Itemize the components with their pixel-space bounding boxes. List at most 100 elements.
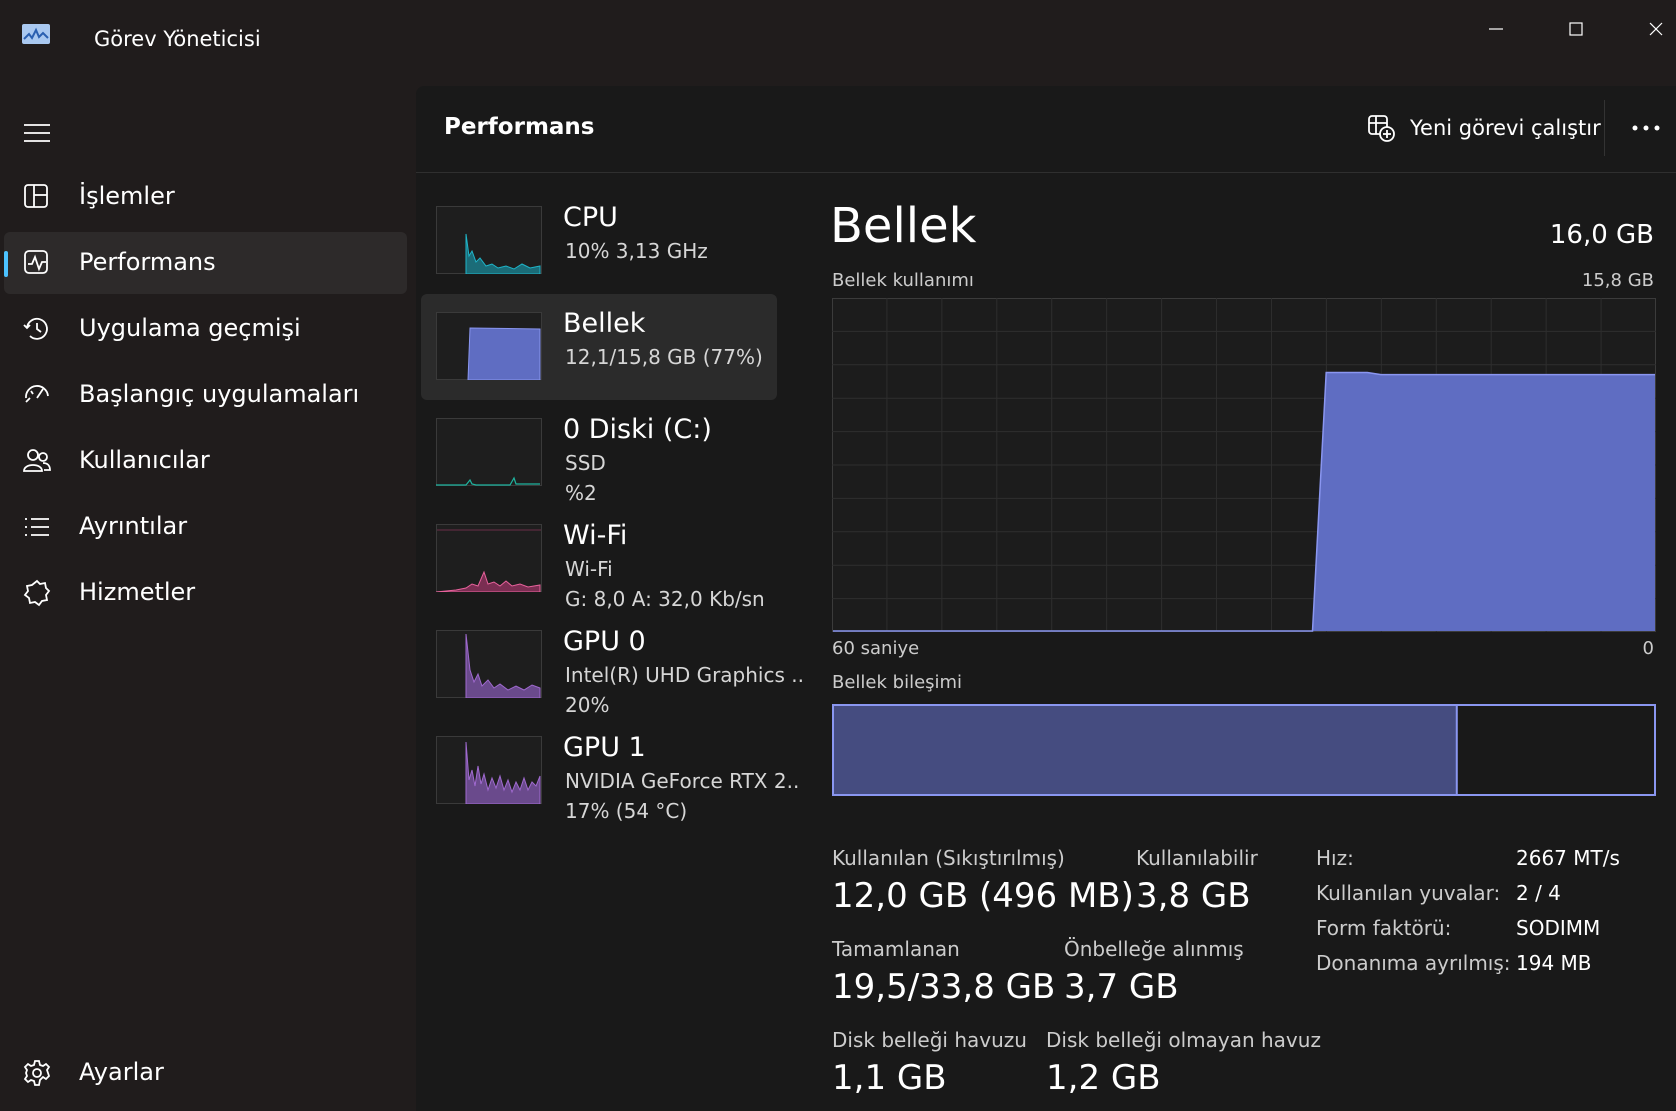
- hardware-reserved-value: 194 MB: [1516, 951, 1592, 975]
- sidebar-item-label: Performans: [79, 248, 216, 276]
- used-value: 12,0 GB (496 MB): [832, 876, 1134, 916]
- sidebar-item-label: Ayrıntılar: [79, 512, 188, 540]
- device-name: Wi-Fi: [563, 520, 628, 551]
- sidebar-item-app-history[interactable]: Uygulama geçmişi: [4, 298, 407, 360]
- sidebar-item-performance[interactable]: Performans: [4, 232, 407, 294]
- gear-icon: [23, 1060, 51, 1086]
- performance-icon: [24, 250, 48, 274]
- more-options-button[interactable]: [1626, 108, 1666, 148]
- device-item-gpu0[interactable]: GPU 0 Intel(R) UHD Graphics .. 20%: [421, 612, 804, 718]
- device-name: 0 Diski (C:): [563, 414, 712, 445]
- run-new-task-button[interactable]: Yeni görevi çalıştır: [1366, 108, 1601, 148]
- cached-label: Önbelleğe alınmış: [1064, 937, 1244, 961]
- composition-chart-label: Bellek bileşimi: [832, 672, 963, 693]
- sidebar: İşlemler Performans Uygulama geçmişi Baş…: [0, 80, 416, 1111]
- sidebar-item-label: Hizmetler: [79, 578, 196, 606]
- settings-button[interactable]: Ayarlar: [4, 1048, 304, 1100]
- used-label: Kullanılan (Sıkıştırılmış): [832, 846, 1065, 870]
- cached-value: 3,7 GB: [1064, 967, 1179, 1007]
- maximize-icon: [1569, 22, 1583, 36]
- minimize-button[interactable]: [1466, 8, 1526, 50]
- run-new-task-label: Yeni görevi çalıştır: [1410, 116, 1601, 140]
- processes-icon: [24, 184, 48, 208]
- form-factor-value: SODIMM: [1516, 916, 1601, 940]
- usage-chart-max: 15,8 GB: [1581, 270, 1654, 291]
- sidebar-item-label: Başlangıç uygulamaları: [79, 380, 360, 408]
- speed-label: Hız:: [1316, 846, 1354, 870]
- active-indicator: [4, 251, 8, 277]
- device-name: GPU 1: [563, 732, 646, 763]
- available-value: 3,8 GB: [1136, 876, 1251, 916]
- sidebar-item-label: İşlemler: [79, 182, 175, 210]
- title-bar: Görev Yöneticisi: [0, 0, 1676, 80]
- close-button[interactable]: [1626, 8, 1676, 50]
- device-item-wifi[interactable]: Wi-Fi Wi-Fi G: 8,0 A: 32,0 Kb/sn: [421, 506, 777, 612]
- startup-icon: [25, 385, 49, 403]
- hardware-reserved-label: Donanıma ayrılmış:: [1316, 951, 1511, 975]
- device-stat: G: 8,0 A: 32,0 Kb/sn: [565, 587, 765, 611]
- hamburger-menu-icon[interactable]: [22, 118, 52, 148]
- header-divider: [1604, 100, 1605, 156]
- main-panel: Performans Yeni görevi çalıştır CPU 10% …: [416, 86, 1676, 1111]
- committed-value: 19,5/33,8 GB: [832, 967, 1056, 1007]
- task-manager-app-icon: [22, 24, 50, 44]
- device-item-memory[interactable]: Bellek 12,1/15,8 GB (77%): [421, 294, 777, 400]
- sidebar-item-users[interactable]: Kullanıcılar: [4, 430, 407, 492]
- paged-pool-value: 1,1 GB: [832, 1058, 947, 1098]
- detail-title: Bellek: [830, 198, 977, 254]
- run-task-icon: [1368, 115, 1395, 142]
- sidebar-item-label: Uygulama geçmişi: [79, 314, 301, 342]
- device-stat: 17% (54 °C): [565, 799, 688, 823]
- nonpaged-pool-label: Disk belleği olmayan havuz: [1046, 1028, 1321, 1052]
- memory-total: 16,0 GB: [1549, 220, 1654, 250]
- device-name: Bellek: [563, 308, 646, 339]
- composition-in-use-segment: [834, 706, 1457, 794]
- x-axis-left-label: 60 saniye: [832, 638, 920, 659]
- memory-thumbnail-graph: [436, 312, 542, 380]
- window-title: Görev Yöneticisi: [94, 27, 261, 51]
- close-icon: [1649, 22, 1663, 36]
- memory-usage-chart: [832, 298, 1656, 632]
- speed-value: 2667 MT/s: [1516, 846, 1620, 870]
- device-item-disk[interactable]: 0 Diski (C:) SSD %2: [421, 400, 777, 506]
- page-title: Performans: [444, 114, 595, 140]
- usage-chart-label: Bellek kullanımı: [832, 270, 974, 291]
- sidebar-item-startup-apps[interactable]: Başlangıç uygulamaları: [4, 364, 407, 426]
- history-icon: [23, 317, 48, 340]
- more-options-icon: [1632, 125, 1660, 131]
- minimize-icon: [1489, 28, 1503, 30]
- maximize-button[interactable]: [1546, 8, 1606, 50]
- device-stat: Wi-Fi: [565, 557, 613, 581]
- form-factor-label: Form faktörü:: [1316, 916, 1452, 940]
- device-stat: 12,1/15,8 GB (77%): [565, 345, 763, 369]
- sidebar-item-details[interactable]: Ayrıntılar: [4, 496, 407, 558]
- details-icon: [25, 518, 49, 536]
- device-stat: 10% 3,13 GHz: [565, 239, 708, 263]
- users-icon: [23, 449, 51, 472]
- nonpaged-pool-value: 1,2 GB: [1046, 1058, 1161, 1098]
- device-item-cpu[interactable]: CPU 10% 3,13 GHz: [421, 188, 777, 294]
- cpu-thumbnail-graph: [436, 206, 542, 274]
- wifi-thumbnail-graph: [436, 524, 542, 592]
- x-axis-right-label: 0: [1642, 638, 1654, 659]
- services-icon: [23, 579, 51, 607]
- device-item-gpu1[interactable]: GPU 1 NVIDIA GeForce RTX 2.. 17% (54 °C): [421, 718, 799, 824]
- main-header: Performans Yeni görevi çalıştır: [416, 86, 1676, 173]
- device-stat: 20%: [565, 693, 610, 717]
- device-stat: NVIDIA GeForce RTX 2..: [565, 769, 800, 793]
- sidebar-item-services[interactable]: Hizmetler: [4, 562, 407, 624]
- disk-thumbnail-graph: [436, 418, 542, 486]
- device-stat: %2: [565, 481, 597, 505]
- sidebar-item-label: Kullanıcılar: [79, 446, 210, 474]
- gpu1-thumbnail-graph: [436, 736, 542, 804]
- slots-used-label: Kullanılan yuvalar:: [1316, 881, 1501, 905]
- settings-label: Ayarlar: [79, 1058, 164, 1086]
- slots-used-value: 2 / 4: [1516, 881, 1561, 905]
- committed-label: Tamamlanan: [832, 937, 960, 961]
- device-stat: SSD: [565, 451, 606, 475]
- device-name: CPU: [563, 202, 618, 233]
- sidebar-item-processes[interactable]: İşlemler: [4, 166, 407, 228]
- device-name: GPU 0: [563, 626, 646, 657]
- available-label: Kullanılabilir: [1136, 846, 1258, 870]
- paged-pool-label: Disk belleği havuzu: [832, 1028, 1027, 1052]
